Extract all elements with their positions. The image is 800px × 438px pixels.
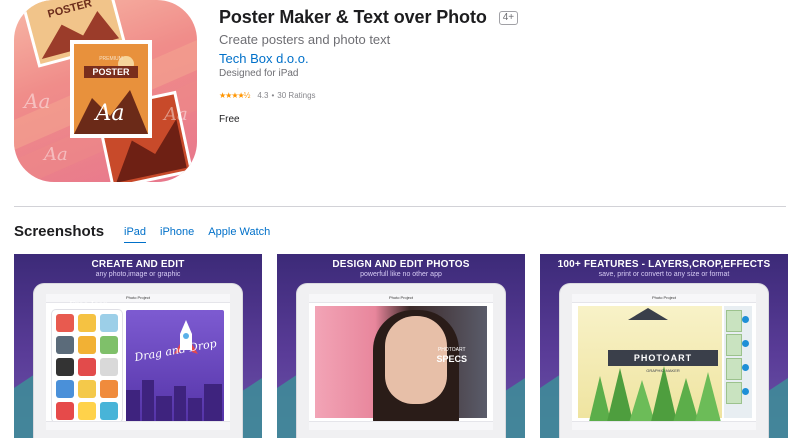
- age-rating-badge: 4+: [498, 10, 519, 25]
- tab-ipad[interactable]: iPad: [124, 226, 147, 243]
- app-icon: POSTER PREMIUM POSTER Aa Aa Aa Aa: [14, 0, 197, 182]
- item-icon[interactable]: [78, 380, 96, 398]
- tablet-screen: Photo Project PHOTOART GRAPHIC MAKER: [572, 294, 756, 430]
- screen-title: Photo Project: [388, 295, 413, 300]
- layer-thumbnail[interactable]: [726, 310, 742, 332]
- script-text-bottom: Aa: [42, 144, 68, 165]
- script-text-left: Aa: [22, 89, 50, 113]
- forest-art: [588, 308, 722, 426]
- screenshot-3[interactable]: 100+ FEATURES - LAYERS,CROP,EFFECTS save…: [540, 254, 788, 438]
- app-icon-artwork: POSTER PREMIUM POSTER Aa Aa Aa Aa: [14, 0, 197, 182]
- item-icon[interactable]: [56, 402, 74, 420]
- title-row: Poster Maker & Text over Photo 4+: [219, 7, 519, 28]
- purple-canvas: [126, 310, 224, 422]
- item-icon[interactable]: [100, 336, 118, 354]
- tablet-frame: Photo Project PHOTOART GRAPHIC MAKER: [560, 284, 768, 438]
- tablet-screen: Photo Project PHOTOART SPECS: [309, 294, 493, 430]
- device-tabs: iPad iPhone Apple Watch: [124, 226, 284, 243]
- item-icon[interactable]: [78, 314, 96, 332]
- item-icon[interactable]: [78, 402, 96, 420]
- item-icon[interactable]: [56, 314, 74, 332]
- layer-thumbnail[interactable]: [726, 358, 742, 380]
- item-icon[interactable]: [78, 358, 96, 376]
- overlay-main-text: SPECS: [436, 354, 467, 364]
- eye-icon[interactable]: [742, 340, 749, 347]
- city-rocket-art: [126, 320, 222, 422]
- screen-title: Photo Project: [651, 295, 676, 300]
- eye-icon[interactable]: [742, 316, 749, 323]
- item-icon[interactable]: [100, 314, 118, 332]
- free-icon-label: Free Icon: [69, 300, 108, 309]
- app-title: Poster Maker & Text over Photo: [219, 7, 487, 27]
- rating-value: 4.3: [257, 91, 269, 100]
- tab-iphone[interactable]: iPhone: [160, 226, 194, 243]
- screenshot-1[interactable]: CREATE AND EDIT any photo,image or graph…: [14, 254, 262, 438]
- bottom-toolbar: [309, 421, 493, 430]
- eye-icon[interactable]: [742, 364, 749, 371]
- screenshots-heading: Screenshots: [14, 223, 105, 240]
- screenshot-subtitle: powerfull like no other app: [360, 271, 442, 278]
- layer-thumbnail[interactable]: [726, 334, 742, 356]
- tablet-frame: Photo Project PHOTOART SPECS: [297, 284, 505, 438]
- item-icon[interactable]: [78, 336, 96, 354]
- layers-panel: [724, 306, 752, 418]
- screenshot-subtitle: save, print or convert to any size or fo…: [598, 271, 730, 278]
- yellow-canvas: PHOTOART GRAPHIC MAKER: [578, 306, 722, 426]
- bottom-toolbar: [572, 421, 756, 430]
- photoart-badge: PHOTOART: [608, 350, 718, 366]
- eye-icon[interactable]: [742, 388, 749, 395]
- developer-link[interactable]: Tech Box d.o.o.: [219, 51, 309, 66]
- bottom-toolbar: [46, 421, 230, 430]
- ratings-count: 30 Ratings: [277, 91, 316, 100]
- rating-separator: •: [271, 91, 275, 100]
- price-label: Free: [219, 114, 240, 125]
- poster-label: POSTER: [92, 67, 130, 77]
- item-icon[interactable]: [56, 380, 74, 398]
- layer-thumbnail[interactable]: [726, 382, 742, 404]
- screenshot-title: 100+ FEATURES - LAYERS,CROP,EFFECTS: [557, 259, 771, 270]
- item-icon[interactable]: [100, 358, 118, 376]
- tab-apple-watch[interactable]: Apple Watch: [208, 226, 270, 243]
- star-rating-icon: ★★★★½: [219, 91, 250, 100]
- script-text-right: Aa: [162, 104, 188, 125]
- photo-canvas: PHOTOART SPECS: [315, 306, 487, 430]
- item-icon[interactable]: [56, 336, 74, 354]
- item-icon[interactable]: [100, 402, 118, 420]
- app-subtitle: Create posters and photo text: [219, 32, 391, 47]
- designed-for-label: Designed for iPad: [219, 68, 299, 79]
- premium-label: PREMIUM: [99, 56, 123, 62]
- script-text: Aa: [93, 101, 124, 126]
- screenshot-title: DESIGN AND EDIT PHOTOS: [332, 259, 470, 270]
- rating-row: ★★★★½ 4.3 • 30 Ratings: [219, 91, 316, 100]
- item-icon[interactable]: [100, 380, 118, 398]
- top-toolbar: Photo Project: [309, 294, 493, 303]
- screenshot-title: CREATE AND EDIT: [91, 259, 185, 270]
- top-toolbar: Photo Project: [572, 294, 756, 303]
- screenshot-subtitle: any photo,image or graphic: [95, 271, 181, 278]
- icon-panel: [52, 310, 122, 422]
- photoart-badge-sub: GRAPHIC MAKER: [646, 368, 680, 373]
- section-divider: [14, 206, 786, 207]
- screenshot-2[interactable]: DESIGN AND EDIT PHOTOS powerfull like no…: [277, 254, 525, 438]
- photo-overlay-text: PHOTOART SPECS: [436, 346, 467, 364]
- item-icon[interactable]: [56, 358, 74, 376]
